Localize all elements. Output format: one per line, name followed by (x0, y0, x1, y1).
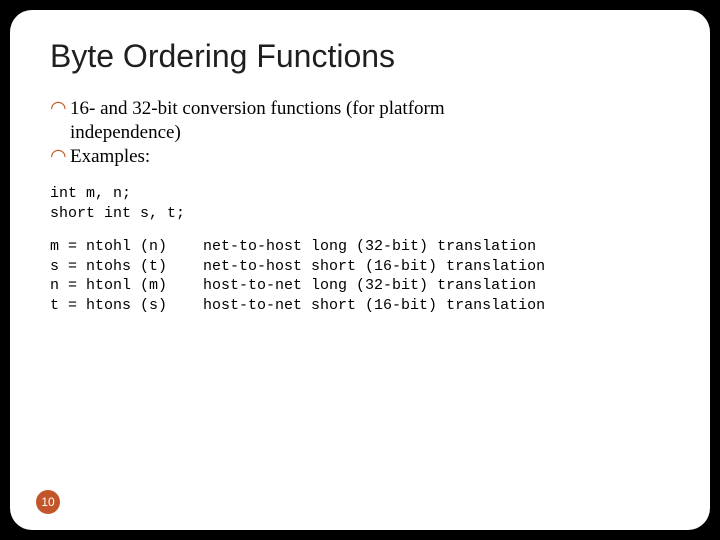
bullet-item: ◠Examples: (50, 145, 670, 169)
bullet-continuation: independence) (50, 121, 670, 145)
code-translations: m = ntohl (n) net-to-host long (32-bit) … (50, 237, 670, 315)
bullet-icon: ◠ (50, 97, 70, 121)
slide: Byte Ordering Functions ◠16- and 32-bit … (10, 10, 710, 530)
bullet-icon: ◠ (50, 145, 70, 169)
code-declarations: int m, n; short int s, t; (50, 184, 670, 223)
bullet-list: ◠16- and 32-bit conversion functions (fo… (50, 97, 670, 168)
bullet-text: Examples: (70, 146, 150, 167)
page-number-badge: 10 (36, 490, 60, 514)
bullet-item: ◠16- and 32-bit conversion functions (fo… (50, 97, 670, 121)
bullet-text: 16- and 32-bit conversion functions (for… (70, 98, 445, 119)
slide-title: Byte Ordering Functions (50, 38, 670, 75)
